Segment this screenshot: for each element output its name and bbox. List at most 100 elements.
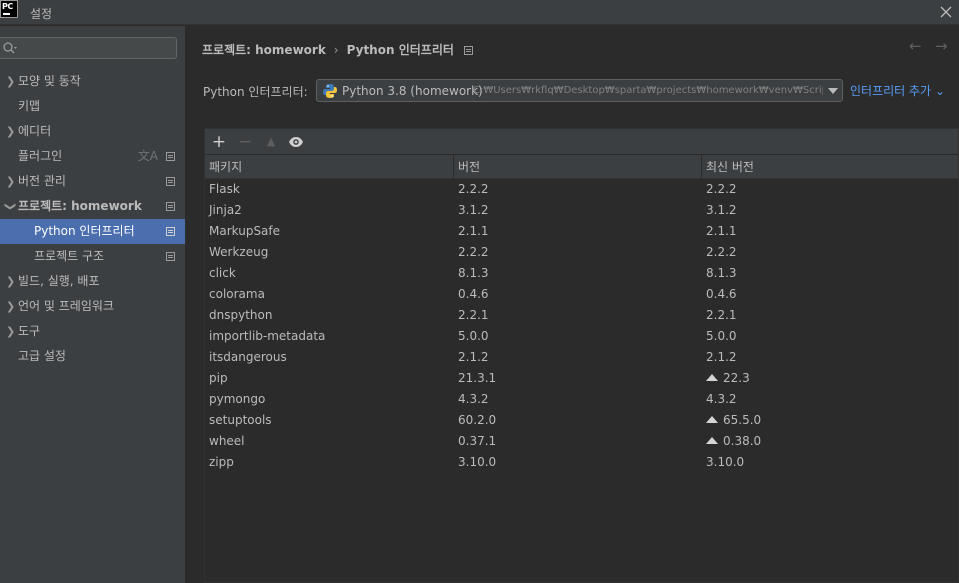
latest-version-value: 3.1.2	[706, 203, 737, 217]
settings-search-box[interactable]	[0, 37, 177, 59]
back-arrow-icon[interactable]: ←	[909, 38, 925, 54]
table-row[interactable]: itsdangerous 2.1.2 2.1.2	[205, 347, 958, 368]
chevron-right-icon: ›	[333, 43, 339, 57]
sidebar-item-languages-frameworks[interactable]: ❯ 언어 및 프레임워크	[0, 294, 185, 319]
package-name: zipp	[209, 455, 234, 469]
chevron-right-icon: ❯	[6, 125, 16, 138]
breadcrumb-parent[interactable]: 프로젝트: homework	[202, 43, 326, 57]
chevron-right-icon: ❯	[6, 300, 16, 313]
package-name: Werkzeug	[209, 245, 269, 259]
package-latest-version: 0.4.6	[706, 284, 737, 305]
add-interpreter-link[interactable]: 인터프리터 추가 ⌄	[850, 82, 945, 99]
latest-version-value: 2.1.2	[706, 350, 737, 364]
interpreter-path: C:₩Users₩rkflq₩Desktop₩sparta₩projects₩h…	[473, 85, 823, 96]
interpreter-dropdown[interactable]: Python 3.8 (homework) C:₩Users₩rkflq₩Des…	[316, 79, 843, 102]
packages-toolbar: + − ▲	[205, 129, 958, 155]
uninstall-package-button[interactable]: −	[235, 132, 255, 152]
package-latest-version: 8.1.3	[706, 263, 737, 284]
package-version: 0.37.1	[458, 434, 497, 448]
sidebar-item-label: 언어 및 프레임워크	[18, 299, 114, 313]
sidebar-item-advanced-settings[interactable]: 고급 설정	[0, 344, 185, 369]
close-icon	[940, 6, 952, 18]
table-row[interactable]: importlib-metadata 5.0.0 5.0.0	[205, 326, 958, 347]
table-row[interactable]: setuptools 60.2.0 65.5.0	[205, 410, 958, 431]
sidebar-item-project[interactable]: ❯ 프로젝트: homework	[0, 194, 185, 219]
sidebar-item-build-execution-deployment[interactable]: ❯ 빌드, 실행, 배포	[0, 269, 185, 294]
chevron-right-icon: ❯	[6, 175, 16, 188]
package-version: 2.2.2	[458, 182, 489, 196]
package-version: 0.4.6	[458, 287, 489, 301]
table-row[interactable]: click 8.1.3 8.1.3	[205, 263, 958, 284]
title-bar: PC 설정	[0, 0, 959, 25]
latest-version-value: 0.38.0	[723, 434, 762, 448]
breadcrumb-current: Python 인터프리터	[346, 43, 454, 57]
sidebar-item-tools[interactable]: ❯ 도구	[0, 319, 185, 344]
package-version: 4.3.2	[458, 392, 489, 406]
table-body: Flask 2.2.2 2.2.2 Jinja2 3.1.2 3.1.2 MarkupSaf…	[205, 179, 958, 473]
sidebar-item-plugins[interactable]: 플러그인 文A	[0, 144, 185, 169]
sidebar-item-python-interpreter[interactable]: Python 인터프리터	[0, 219, 185, 244]
forward-arrow-icon[interactable]: →	[935, 38, 951, 54]
package-name: setuptools	[209, 413, 272, 427]
table-row[interactable]: pymongo 4.3.2 4.3.2	[205, 389, 958, 410]
sidebar-item-editor[interactable]: ❯ 에디터	[0, 119, 185, 144]
sidebar-item-project-structure[interactable]: 프로젝트 구조	[0, 244, 185, 269]
table-header: 패키지 버전 최신 버전	[205, 155, 958, 179]
search-icon	[3, 42, 17, 54]
column-header-latest-version[interactable]: 최신 버전	[702, 155, 959, 179]
package-version: 2.1.2	[458, 350, 489, 364]
package-name: dnspython	[209, 308, 273, 322]
table-row[interactable]: dnspython 2.2.1 2.2.1	[205, 305, 958, 326]
package-version: 3.10.0	[458, 455, 497, 469]
sidebar-item-label: 모양 및 동작	[18, 74, 81, 88]
package-latest-version: 2.2.1	[706, 305, 737, 326]
show-latest-versions-button[interactable]	[286, 132, 306, 152]
package-version: 2.2.2	[458, 245, 489, 259]
sidebar-item-label: 키맵	[18, 99, 41, 113]
sidebar-item-label: 고급 설정	[18, 349, 66, 363]
latest-version-value: 22.3	[723, 371, 750, 385]
sidebar-item-label: 에디터	[18, 124, 52, 138]
package-latest-version: 3.10.0	[706, 452, 744, 473]
package-name: MarkupSafe	[209, 224, 281, 238]
table-row[interactable]: Flask 2.2.2 2.2.2	[205, 179, 958, 200]
settings-search-input[interactable]	[22, 40, 172, 56]
install-package-button[interactable]: +	[209, 132, 229, 152]
chevron-right-icon: ❯	[6, 75, 16, 88]
package-latest-version: 3.1.2	[706, 200, 737, 221]
table-row[interactable]: Jinja2 3.1.2 3.1.2	[205, 200, 958, 221]
dropdown-arrow-icon	[828, 88, 838, 94]
sidebar-item-label: Python 인터프리터	[34, 224, 135, 238]
logo-text: PC	[2, 2, 13, 11]
package-version: 8.1.3	[458, 266, 489, 280]
table-row[interactable]: pip 21.3.1 22.3	[205, 368, 958, 389]
sidebar-item-label: 버전 관리	[18, 174, 66, 188]
package-latest-version: 0.38.0	[706, 431, 761, 452]
sidebar-item-version-control[interactable]: ❯ 버전 관리	[0, 169, 185, 194]
project-scope-icon	[166, 177, 175, 186]
sidebar-item-label: 프로젝트: homework	[18, 199, 142, 213]
table-row[interactable]: colorama 0.4.6 0.4.6	[205, 284, 958, 305]
project-scope-icon	[166, 252, 175, 261]
upgrade-package-button[interactable]: ▲	[261, 132, 281, 152]
package-latest-version: 2.2.2	[706, 242, 737, 263]
sidebar-item-appearance[interactable]: ❯ 모양 및 동작	[0, 69, 185, 94]
sidebar-item-keymap[interactable]: 키맵	[0, 94, 185, 119]
translate-icon: 文A	[137, 149, 158, 163]
table-row[interactable]: wheel 0.37.1 0.38.0	[205, 431, 958, 452]
settings-nav-tree: ❯ 모양 및 동작 키맵 ❯ 에디터 플러그인 文A ❯ 버전 관리 ❯ 프로젝트: ho…	[0, 69, 185, 369]
table-row[interactable]: zipp 3.10.0 3.10.0	[205, 452, 958, 473]
add-interpreter-label: 인터프리터 추가	[850, 84, 932, 98]
latest-version-value: 4.3.2	[706, 392, 737, 406]
package-name: pymongo	[209, 392, 266, 406]
close-button[interactable]	[937, 3, 955, 21]
project-scope-icon	[166, 152, 175, 161]
sidebar-item-label: 도구	[18, 324, 41, 338]
latest-version-value: 3.10.0	[706, 455, 745, 469]
table-row[interactable]: MarkupSafe 2.1.1 2.1.1	[205, 221, 958, 242]
chevron-down-icon: ⌄	[934, 84, 945, 98]
table-row[interactable]: Werkzeug 2.2.2 2.2.2	[205, 242, 958, 263]
column-header-version[interactable]: 버전	[454, 155, 702, 179]
interpreter-name: Python 3.8 (homework)	[342, 84, 483, 98]
column-header-package[interactable]: 패키지	[205, 155, 454, 179]
